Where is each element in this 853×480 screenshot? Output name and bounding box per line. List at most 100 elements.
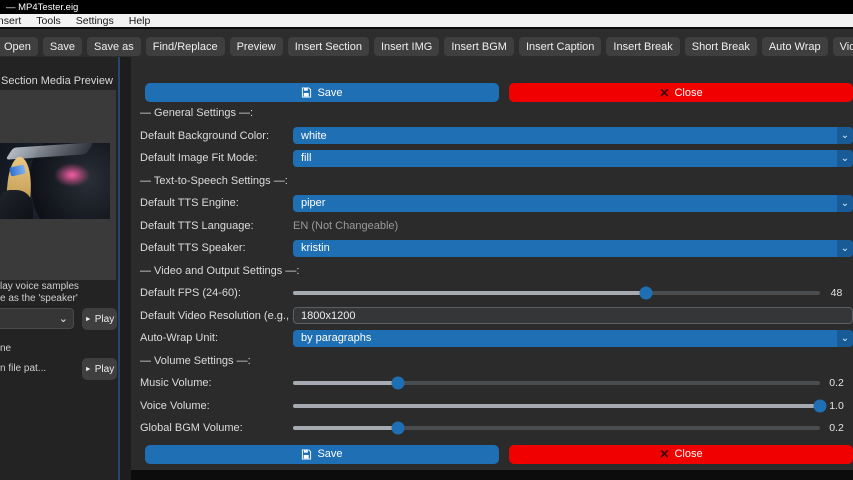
- close-config-button-bottom[interactable]: ✕ Close: [509, 445, 853, 464]
- save-button-label: Save: [317, 448, 342, 460]
- top-button-row: Save ✕ Close: [145, 83, 853, 102]
- toolbar: Open Save Save as Find/Replace Preview I…: [0, 29, 853, 57]
- field-label: Auto-Wrap Unit:: [140, 332, 293, 344]
- title-bar: — MP4Tester.eig: [0, 0, 853, 14]
- resolution-input[interactable]: [293, 307, 853, 324]
- section-header-video: — Video and Output Settings —:: [140, 260, 853, 283]
- row-resolution: Default Video Resolution (e.g., 1920x108…: [140, 305, 853, 328]
- dropdown-value: fill: [301, 152, 311, 164]
- toolbar-find-replace-button[interactable]: Find/Replace: [146, 37, 225, 56]
- config-rows: — General Settings —: Default Background…: [140, 102, 853, 440]
- background-color-dropdown[interactable]: white ⌄: [293, 127, 853, 144]
- field-label: Default Background Color:: [140, 130, 293, 142]
- toolbar-insert-break-button[interactable]: Insert Break: [606, 37, 679, 56]
- save-config-button-bottom[interactable]: Save: [145, 445, 499, 464]
- save-config-button-top[interactable]: Save: [145, 83, 499, 102]
- toolbar-save-button[interactable]: Save: [43, 37, 82, 56]
- menu-item-insert[interactable]: Insert: [0, 15, 21, 27]
- row-voice-volume: Voice Volume: 1.0: [140, 395, 853, 418]
- section-media-sidebar: Section Media Preview lay voice samples …: [0, 57, 118, 480]
- play-file-button[interactable]: ► Play: [82, 358, 117, 380]
- voice-sample-note-line1: lay voice samples: [0, 281, 79, 292]
- voice-volume-slider-thumb[interactable]: [814, 399, 827, 412]
- toolbar-preview-button[interactable]: Preview: [230, 37, 283, 56]
- dropdown-value: white: [301, 130, 327, 142]
- image-fit-dropdown[interactable]: fill ⌄: [293, 150, 853, 167]
- sidebar-scrollbar[interactable]: [118, 57, 131, 480]
- dropdown-value: kristin: [301, 242, 330, 254]
- play-button-label: Play: [95, 364, 114, 375]
- music-volume-slider-thumb[interactable]: [392, 377, 405, 390]
- fps-value: 48: [820, 287, 853, 299]
- tts-engine-dropdown[interactable]: piper ⌄: [293, 195, 853, 212]
- voice-volume-slider[interactable]: [293, 404, 820, 408]
- close-button-label: Close: [674, 87, 702, 99]
- section-header-general: — General Settings —:: [140, 102, 853, 125]
- tts-language-value: EN (Not Changeable): [293, 220, 398, 232]
- menu-item-help[interactable]: Help: [129, 15, 151, 27]
- toolbar-insert-section-button[interactable]: Insert Section: [288, 37, 369, 56]
- menu-bar: Insert Tools Settings Help: [0, 14, 853, 29]
- row-tts-engine: Default TTS Engine: piper ⌄: [140, 192, 853, 215]
- preview-art-glow: [55, 164, 89, 186]
- bgm-volume-slider[interactable]: [293, 426, 820, 430]
- section-header-tts: — Text-to-Speech Settings —:: [140, 170, 853, 193]
- floppy-disk-icon: [301, 449, 312, 460]
- play-voice-sample-button[interactable]: ► Play: [82, 308, 117, 330]
- play-button-label: Play: [95, 314, 114, 325]
- close-button-label: Close: [674, 448, 702, 460]
- tts-speaker-dropdown[interactable]: kristin ⌄: [293, 240, 853, 257]
- bottom-button-row: Save ✕ Close: [145, 445, 853, 464]
- field-label: Default TTS Language:: [140, 220, 293, 232]
- sidebar-title: Section Media Preview: [1, 75, 113, 87]
- music-volume-value: 0.2: [820, 377, 853, 389]
- chevron-down-icon: ⌄: [837, 195, 853, 212]
- chevron-down-icon: ⌄: [837, 330, 853, 347]
- panel-bottom-strip: [131, 470, 853, 480]
- field-label: Music Volume:: [140, 377, 293, 389]
- row-fps: Default FPS (24-60): 48: [140, 282, 853, 305]
- fps-slider-thumb[interactable]: [640, 287, 653, 300]
- content-area: Section Media Preview lay voice samples …: [0, 57, 853, 480]
- toolbar-video-render-button[interactable]: Video Render: [833, 37, 853, 56]
- floppy-disk-icon: [301, 87, 312, 98]
- menu-item-tools[interactable]: Tools: [36, 15, 61, 27]
- toolbar-insert-bgm-button[interactable]: Insert BGM: [444, 37, 514, 56]
- engine-text-fragment: ne: [0, 343, 11, 354]
- voice-sample-select[interactable]: ⌄: [0, 308, 74, 329]
- toolbar-insert-img-button[interactable]: Insert IMG: [374, 37, 439, 56]
- play-icon: ►: [85, 366, 92, 373]
- preview-art-body: [0, 190, 33, 219]
- bgm-volume-slider-thumb[interactable]: [392, 422, 405, 435]
- fps-slider[interactable]: [293, 291, 820, 295]
- field-label: Default Video Resolution (e.g., 1920x108…: [140, 310, 293, 322]
- field-label: Voice Volume:: [140, 400, 293, 412]
- dropdown-value: piper: [301, 197, 325, 209]
- row-autowrap: Auto-Wrap Unit: by paragraphs ⌄: [140, 327, 853, 350]
- media-preview-panel: [0, 90, 116, 280]
- row-music-volume: Music Volume: 0.2: [140, 372, 853, 395]
- preview-image: [0, 143, 110, 219]
- save-button-label: Save: [317, 87, 342, 99]
- music-volume-slider[interactable]: [293, 381, 820, 385]
- config-panel: Save ✕ Close — General Settings —: Defau…: [131, 57, 853, 480]
- close-config-button-top[interactable]: ✕ Close: [509, 83, 853, 102]
- chevron-down-icon: ⌄: [837, 127, 853, 144]
- field-label: Global BGM Volume:: [140, 422, 293, 434]
- autowrap-unit-dropdown[interactable]: by paragraphs ⌄: [293, 330, 853, 347]
- window-title: — MP4Tester.eig: [6, 2, 78, 13]
- toolbar-save-as-button[interactable]: Save as: [87, 37, 141, 56]
- row-tts-language: Default TTS Language: EN (Not Changeable…: [140, 215, 853, 238]
- toolbar-short-break-button[interactable]: Short Break: [685, 37, 757, 56]
- chevron-down-icon: ⌄: [837, 150, 853, 167]
- file-path-fragment: n file pat...: [0, 363, 46, 374]
- bgm-volume-value: 0.2: [820, 422, 853, 434]
- dropdown-value: by paragraphs: [301, 332, 371, 344]
- toolbar-open-button[interactable]: Open: [0, 37, 38, 56]
- row-tts-speaker: Default TTS Speaker: kristin ⌄: [140, 237, 853, 260]
- menu-item-settings[interactable]: Settings: [76, 15, 114, 27]
- field-label: Default Image Fit Mode:: [140, 152, 293, 164]
- toolbar-insert-caption-button[interactable]: Insert Caption: [519, 37, 601, 56]
- toolbar-auto-wrap-button[interactable]: Auto Wrap: [762, 37, 828, 56]
- field-label: Default TTS Engine:: [140, 197, 293, 209]
